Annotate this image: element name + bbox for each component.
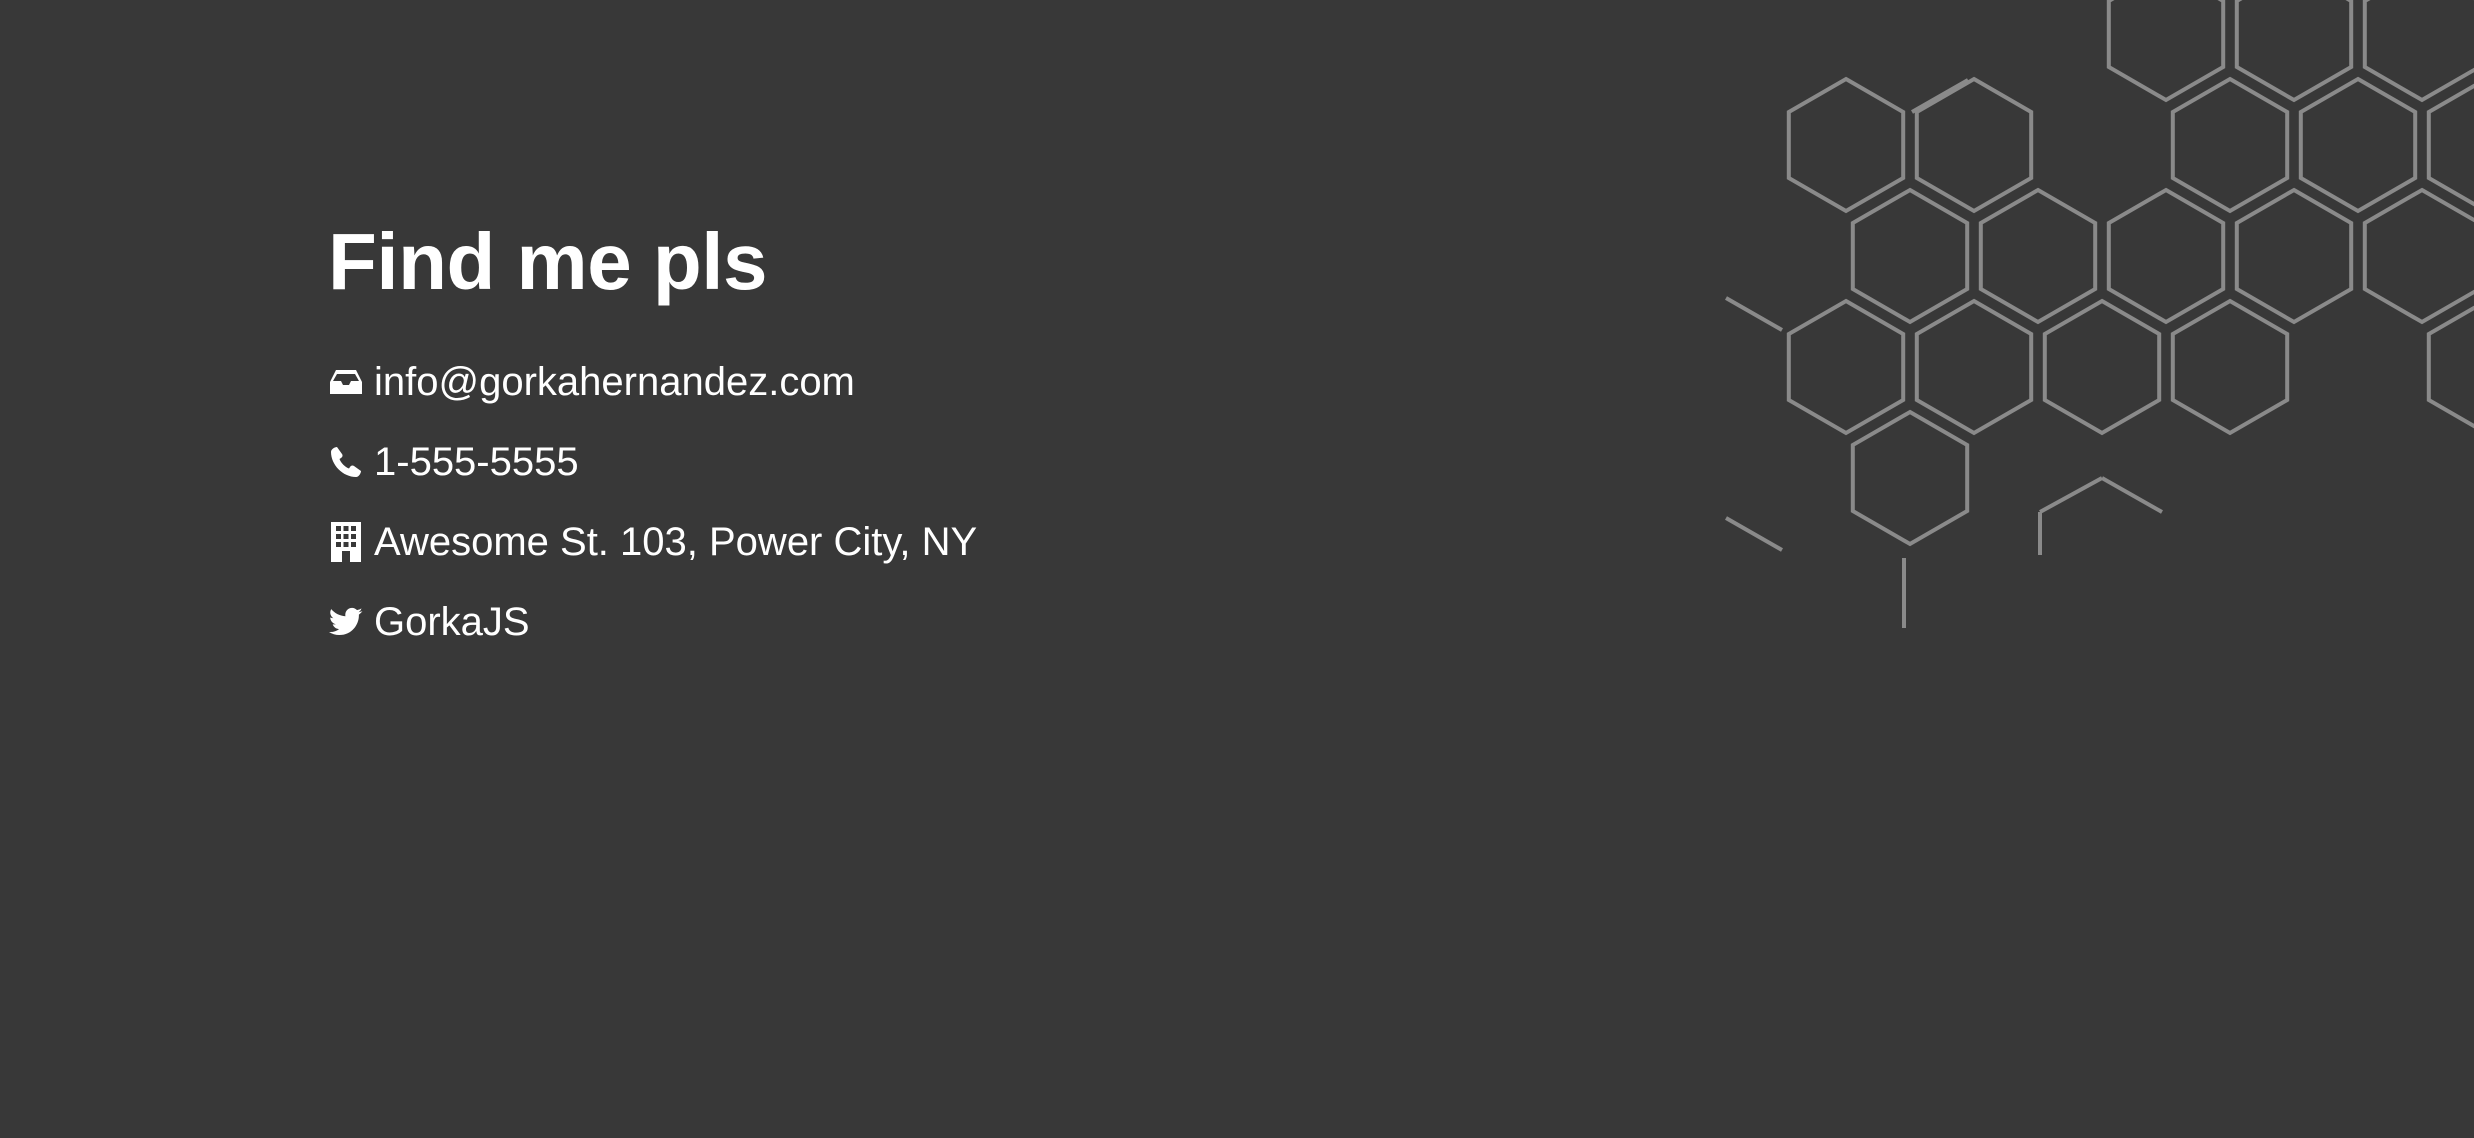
building-icon [328, 522, 364, 562]
hexagon-cell [1914, 298, 2034, 436]
twitter-handle[interactable]: GorkaJS [374, 582, 530, 662]
hexagon-cell [2234, 187, 2354, 325]
email-link[interactable]: info@gorkahernandez.com [374, 342, 855, 422]
phone-icon [328, 444, 364, 480]
contact-item-twitter[interactable]: GorkaJS [328, 582, 977, 662]
hexagon-cell [1978, 187, 2098, 325]
hexagon-cell [2298, 76, 2418, 214]
hexagon-connector [1725, 296, 1783, 332]
hexagon-cell [2106, 0, 2226, 103]
phone-number[interactable]: 1-555-5555 [374, 422, 579, 502]
contact-list: info@gorkahernandez.com 1-555-5555 Aweso… [328, 342, 977, 662]
contact-section: Find me pls info@gorkahernandez.com 1-55… [328, 210, 977, 662]
hexagon-connector [1911, 78, 1969, 114]
hexagon-cell [2170, 76, 2290, 214]
hexagon-cell [2362, 0, 2474, 103]
hexagon-cell [2426, 305, 2474, 429]
hexagon-cell [1786, 298, 1906, 436]
contact-item-email[interactable]: info@gorkahernandez.com [328, 342, 977, 422]
hexagon-connector [2101, 476, 2163, 514]
hexagon-cell [2170, 298, 2290, 436]
hexagon-cell [2362, 187, 2474, 325]
hexagon-cell [1850, 187, 1970, 325]
hexagon-cell [1850, 409, 1970, 547]
address-text[interactable]: Awesome St. 103, Power City, NY [374, 502, 977, 582]
contact-page: Find me pls info@gorkahernandez.com 1-55… [0, 0, 2474, 1138]
contact-item-address[interactable]: Awesome St. 103, Power City, NY [328, 502, 977, 582]
inbox-icon [328, 364, 364, 400]
contact-item-phone[interactable]: 1-555-5555 [328, 422, 977, 502]
hexagon-cell [2106, 187, 2226, 325]
page-title: Find me pls [328, 217, 768, 306]
hexagon-connector [1725, 516, 1783, 552]
hexagon-cell [2426, 83, 2474, 207]
hexagon-cell [1786, 76, 1906, 214]
twitter-icon [328, 604, 364, 640]
hexagon-connector [2039, 476, 2103, 514]
hexagon-cell [2042, 298, 2162, 436]
hexagon-cell [2234, 0, 2354, 103]
